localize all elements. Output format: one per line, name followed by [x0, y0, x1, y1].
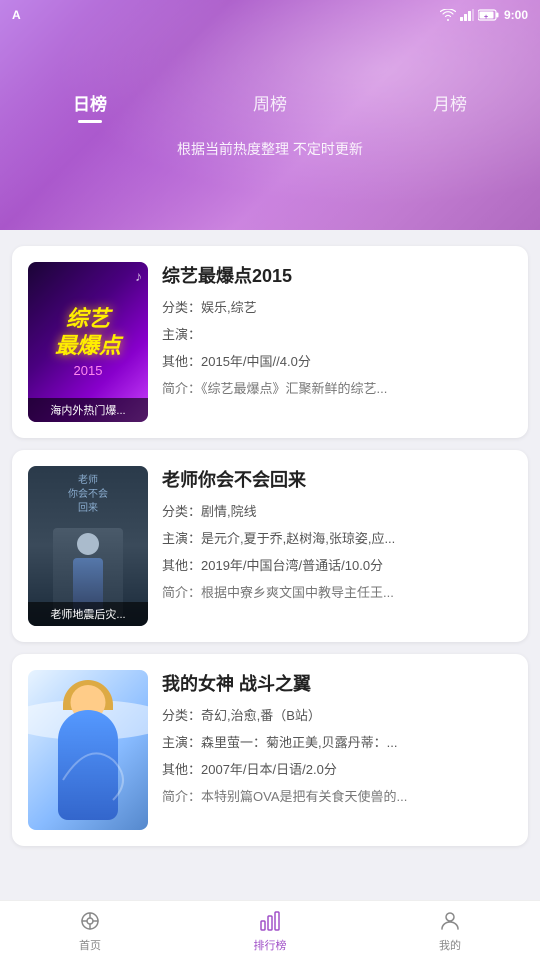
card-title-2: 老师你会不会回来 — [162, 466, 512, 492]
header: A + 9:00 — [0, 0, 540, 230]
content-area: ♪ 综艺最爆点 2015 海内外热门爆... 综艺最爆点2015 分类：娱乐,综… — [0, 230, 540, 910]
ranking-icon — [257, 908, 283, 934]
thumbnail-3 — [28, 670, 148, 830]
tab-monthly[interactable]: 月榜 — [360, 90, 540, 123]
svg-text:+: + — [484, 14, 488, 21]
card-cast-1: 主演： — [162, 325, 512, 346]
card-cast-3: 主演：森里萤一：菊池正美,贝露丹蒂：... — [162, 733, 512, 754]
nav-ranking[interactable]: 排行榜 — [180, 908, 360, 953]
list-item[interactable]: 老师你会不会回来 老师地震后灾... 老师你会不会回来 分类：剧情,院线 主演：… — [12, 450, 528, 642]
tab-weekly[interactable]: 周榜 — [180, 90, 360, 123]
card-other-2: 其他：2019年/中国台湾/普通话/10.0分 — [162, 556, 512, 577]
thumb-badge-2: 老师地震后灾... — [28, 602, 148, 626]
thumb-year-1: 2015 — [55, 363, 121, 378]
card-intro-1: 简介：《综艺最爆点》汇聚新鲜的综艺... — [162, 378, 512, 397]
battery-icon: + — [478, 9, 500, 21]
card-category-1: 分类：娱乐,综艺 — [162, 298, 512, 319]
list-item[interactable]: 我的女神 战斗之翼 分类：奇幻,治愈,番（B站） 主演：森里萤一：菊池正美,贝露… — [12, 654, 528, 846]
card-info-1: 综艺最爆点2015 分类：娱乐,综艺 主演： 其他：2015年/中国//4.0分… — [162, 262, 512, 422]
card-other-1: 其他：2015年/中国//4.0分 — [162, 352, 512, 373]
signal-icon — [460, 9, 474, 21]
thumb-title-1: 综艺最爆点 — [55, 306, 121, 359]
card-info-2: 老师你会不会回来 分类：剧情,院线 主演：是元介,夏于乔,赵树海,张琼姿,应..… — [162, 466, 512, 626]
nav-home-label: 首页 — [79, 937, 101, 953]
thumbnail-1: ♪ 综艺最爆点 2015 海内外热门爆... — [28, 262, 148, 422]
thumb-badge-1: 海内外热门爆... — [28, 398, 148, 422]
list-item[interactable]: ♪ 综艺最爆点 2015 海内外热门爆... 综艺最爆点2015 分类：娱乐,综… — [12, 246, 528, 438]
status-time: 9:00 — [504, 8, 528, 22]
thumb-figure-3 — [43, 680, 133, 820]
tab-daily[interactable]: 日榜 — [0, 90, 180, 123]
card-title-1: 综艺最爆点2015 — [162, 262, 512, 288]
status-right: + 9:00 — [440, 8, 528, 22]
home-icon — [77, 908, 103, 934]
card-intro-3: 简介：本特别篇OVA是把有关食天使兽的... — [162, 786, 512, 805]
music-note-icon: ♪ — [135, 268, 142, 284]
card-category-3: 分类：奇幻,治愈,番（B站） — [162, 706, 512, 727]
card-category-2: 分类：剧情,院线 — [162, 502, 512, 523]
card-intro-2: 简介：根据中寮乡爽文国中教导主任王... — [162, 582, 512, 601]
thumb-title-2-top: 老师你会不会回来 — [68, 474, 108, 516]
card-title-3: 我的女神 战斗之翼 — [162, 670, 512, 696]
bottom-nav: 首页 排行榜 我的 — [0, 900, 540, 960]
subtitle-text: 根据当前热度整理 不定时更新 — [177, 139, 363, 159]
wifi-icon — [440, 9, 456, 21]
card-cast-2: 主演：是元介,夏于乔,赵树海,张琼姿,应... — [162, 529, 512, 550]
tabs-container: 日榜 周榜 月榜 — [0, 90, 540, 123]
card-info-3: 我的女神 战斗之翼 分类：奇幻,治愈,番（B站） 主演：森里萤一：菊池正美,贝露… — [162, 670, 512, 830]
thumbnail-2: 老师你会不会回来 老师地震后灾... — [28, 466, 148, 626]
status-bar: A + 9:00 — [0, 0, 540, 30]
nav-profile[interactable]: 我的 — [360, 908, 540, 953]
card-other-3: 其他：2007年/日本/日语/2.0分 — [162, 760, 512, 781]
nav-home[interactable]: 首页 — [0, 908, 180, 953]
nav-ranking-label: 排行榜 — [254, 937, 287, 953]
profile-icon — [437, 908, 463, 934]
nav-profile-label: 我的 — [439, 937, 461, 953]
status-app-icon: A — [12, 8, 21, 22]
